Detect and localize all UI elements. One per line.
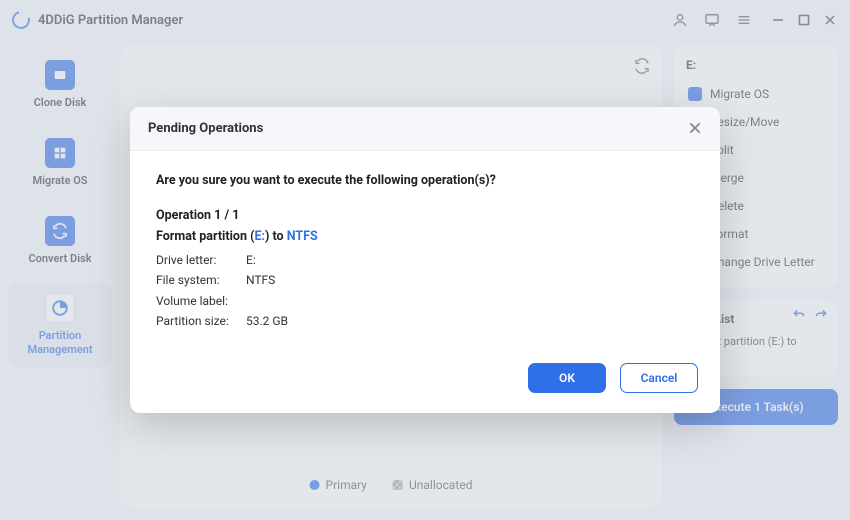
op-prefix: Format partition ( (156, 229, 254, 244)
operation-details: Drive letter:E: File system:NTFS Volume … (156, 250, 694, 332)
detail-label: Drive letter: (156, 250, 246, 270)
modal-overlay: Pending Operations Are you sure you want… (0, 0, 850, 520)
pending-operations-dialog: Pending Operations Are you sure you want… (130, 107, 720, 414)
op-fs: NTFS (287, 229, 318, 244)
detail-label: Partition size: (156, 311, 246, 331)
detail-value: E: (246, 253, 256, 267)
detail-label: Volume label: (156, 291, 246, 311)
dialog-title: Pending Operations (148, 121, 263, 136)
detail-value: NTFS (246, 273, 275, 287)
operation-count: Operation 1 / 1 (156, 208, 694, 223)
detail-value: 53.2 GB (246, 314, 288, 328)
ok-button[interactable]: OK (528, 363, 606, 393)
cancel-button[interactable]: Cancel (620, 363, 698, 393)
operation-title: Format partition (E:) to NTFS (156, 229, 694, 244)
detail-label: File system: (156, 270, 246, 290)
op-mid: ) to (265, 229, 287, 244)
dialog-close-button[interactable] (688, 121, 702, 135)
op-drive: E: (254, 229, 265, 244)
confirm-question: Are you sure you want to execute the fol… (156, 173, 694, 188)
